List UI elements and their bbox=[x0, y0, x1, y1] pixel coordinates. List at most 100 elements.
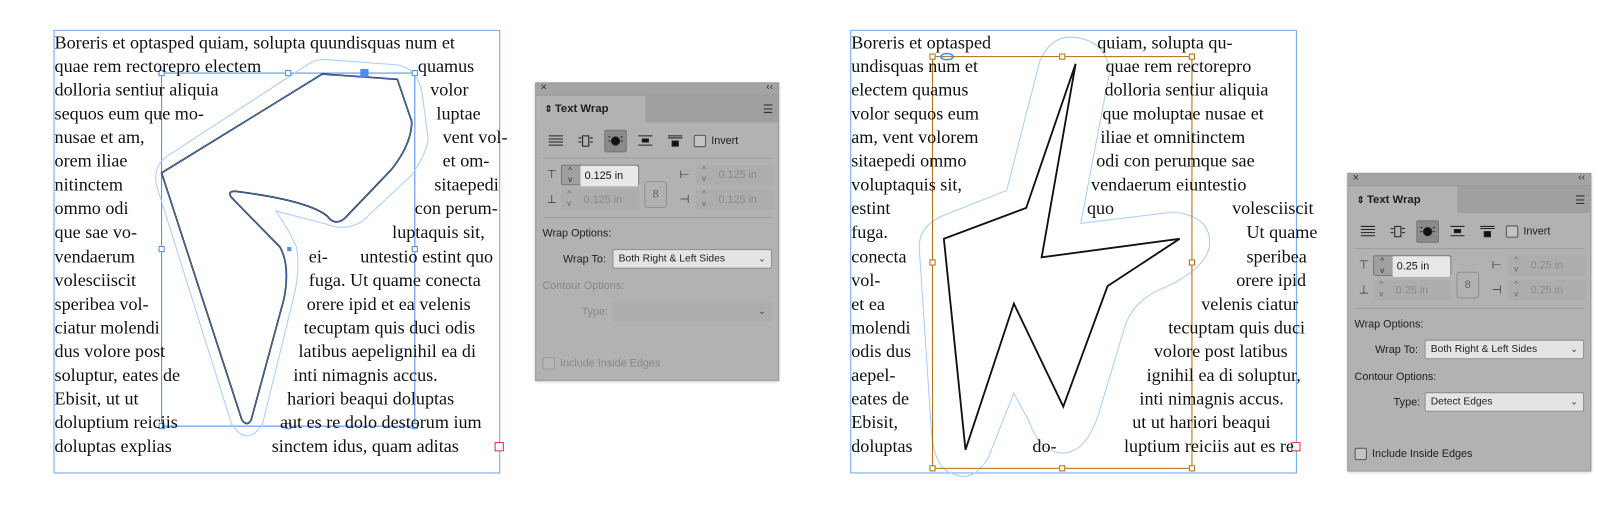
text-line-left: am, vent volorem bbox=[851, 126, 979, 148]
selection-handle[interactable] bbox=[929, 465, 936, 472]
text-line-left: nusae et am, bbox=[54, 126, 145, 148]
stepper-icon[interactable]: ^ v bbox=[1508, 255, 1524, 276]
stepper-icon[interactable]: ^ v bbox=[1373, 280, 1389, 301]
text-line-left: aepel- bbox=[851, 364, 896, 385]
text-line-left: dus volore post bbox=[54, 340, 166, 362]
bottom-offset-field[interactable]: ^ v 0.125 in bbox=[560, 189, 640, 210]
checkbox-box[interactable] bbox=[542, 357, 555, 370]
text-line-left: volor sequos eum bbox=[851, 103, 979, 124]
wrap-around-object-shape-button[interactable] bbox=[1416, 220, 1439, 243]
anchor-point[interactable] bbox=[360, 68, 369, 78]
text-line-right: quae rem rectorepro bbox=[1105, 55, 1252, 77]
include-inside-edges-label: Include Inside Edges bbox=[559, 357, 661, 370]
text-line-right: Ut quame bbox=[1246, 221, 1318, 243]
text-line-right: ei- bbox=[308, 245, 328, 267]
jump-to-next-column-button[interactable] bbox=[664, 130, 687, 153]
panel-title-bar[interactable]: × ‹‹ bbox=[1348, 172, 1591, 187]
stepper-icon[interactable]: ^ v bbox=[562, 166, 578, 187]
right-offset-field[interactable]: ^ v 0.25 in bbox=[1507, 279, 1587, 301]
text-line-left: Boreris et optasped bbox=[851, 31, 992, 53]
checkbox-box[interactable] bbox=[1505, 225, 1519, 238]
panel-menu-icon[interactable]: ☰ bbox=[1575, 194, 1585, 207]
no-text-wrap-button[interactable] bbox=[1357, 220, 1380, 243]
type-label: Type: bbox=[1393, 396, 1421, 409]
jump-to-next-column-button[interactable] bbox=[1476, 220, 1499, 243]
jump-object-button[interactable] bbox=[1446, 220, 1469, 243]
stepper-icon[interactable]: ^ v bbox=[1374, 256, 1390, 277]
text-line-right: dolloria sentiur aliquia bbox=[1104, 79, 1269, 100]
left-offset-field[interactable]: ^ v 0.25 in bbox=[1507, 255, 1587, 276]
text-line-right: do- bbox=[1032, 435, 1057, 456]
text-line-right: tecuptam quis duci odis bbox=[303, 316, 476, 338]
left-offset-icon: ⊢ bbox=[679, 168, 690, 182]
divider bbox=[542, 217, 772, 219]
invert-checkbox[interactable]: Invert bbox=[693, 134, 738, 148]
text-line-left: quae rem rectorepro electem bbox=[54, 55, 262, 77]
wrap-around-object-shape-button[interactable] bbox=[604, 129, 627, 153]
contour-options-heading: Contour Options: bbox=[542, 279, 625, 293]
text-line-right: quamus bbox=[417, 55, 475, 77]
selection-handle[interactable] bbox=[1059, 53, 1066, 60]
collapse-icon[interactable]: ‹‹ bbox=[766, 81, 773, 92]
text-line-right: tecuptam quis duci bbox=[1168, 316, 1306, 338]
no-text-wrap-button[interactable] bbox=[544, 130, 567, 153]
checkbox-box[interactable] bbox=[1354, 447, 1367, 461]
make-all-settings-same-link-icon[interactable]: 8 bbox=[1456, 271, 1480, 299]
selection-handle[interactable] bbox=[1059, 465, 1066, 472]
top-offset-field[interactable]: ^ v 0.25 in bbox=[1373, 255, 1452, 277]
contour-type-select[interactable]: ⌄ bbox=[612, 301, 772, 322]
selection-handle[interactable] bbox=[158, 246, 165, 253]
top-offset-icon: ⊤ bbox=[1358, 259, 1369, 272]
selection-handle[interactable] bbox=[1188, 465, 1196, 472]
right-offset-icon: ⊣ bbox=[1491, 284, 1502, 297]
wrap-around-bounding-box-button[interactable] bbox=[1386, 220, 1409, 243]
close-icon[interactable]: × bbox=[540, 81, 547, 93]
selection-handle[interactable] bbox=[929, 259, 936, 266]
text-line-left: Ebisit, bbox=[851, 411, 899, 433]
invert-checkbox[interactable]: Invert bbox=[1505, 225, 1550, 238]
top-offset-field[interactable]: ^ v 0.125 in bbox=[560, 164, 640, 187]
panel-title-bar[interactable]: × ‹‹ bbox=[536, 81, 779, 96]
wrap-to-select[interactable]: Both Right & Left Sides ⌄ bbox=[612, 249, 772, 269]
collapse-icon[interactable]: ‹‹ bbox=[1578, 172, 1585, 183]
include-inside-edges-checkbox[interactable]: Include Inside Edges bbox=[1354, 447, 1473, 461]
stepper-icon[interactable]: ^ v bbox=[696, 165, 712, 186]
checkbox-box[interactable] bbox=[693, 134, 707, 148]
include-inside-edges-checkbox[interactable]: Include Inside Edges bbox=[542, 357, 660, 370]
text-line-right: luptaquis sit, bbox=[392, 221, 485, 243]
make-all-settings-same-link-icon[interactable]: 8 bbox=[644, 181, 667, 208]
text-line-right: orere ipid bbox=[1236, 269, 1307, 290]
stepper-icon[interactable]: ^ v bbox=[561, 189, 577, 210]
divider bbox=[1354, 307, 1585, 309]
jump-object-button[interactable] bbox=[634, 130, 657, 153]
close-icon[interactable]: × bbox=[1353, 172, 1360, 184]
wrap-to-select[interactable]: Both Right & Left Sides ⌄ bbox=[1424, 339, 1585, 360]
overset-text-icon[interactable] bbox=[494, 442, 504, 452]
text-line-right: vendaerum eiuntestio bbox=[1091, 174, 1247, 195]
tab-text-wrap[interactable]: ⇕ Text Wrap bbox=[536, 95, 646, 124]
selection-handle[interactable] bbox=[285, 69, 292, 77]
right-offset-field[interactable]: ^ v 0.125 in bbox=[695, 189, 775, 210]
text-line-left: ciatur molendi bbox=[54, 316, 160, 338]
tab-text-wrap[interactable]: ⇕ Text Wrap bbox=[1348, 186, 1458, 215]
left-offset-field[interactable]: ^ v 0.125 in bbox=[695, 164, 775, 186]
text-line-right: latibus aepelignihil ea di bbox=[298, 340, 477, 362]
divider bbox=[1354, 248, 1585, 250]
text-line-right: velenis ciatur bbox=[1201, 292, 1299, 314]
contour-options-heading: Contour Options: bbox=[1354, 370, 1437, 383]
panel-menu-icon[interactable]: ☰ bbox=[763, 103, 773, 116]
anchor-point[interactable] bbox=[287, 247, 292, 252]
text-wrap-panel: × ‹‹ ⇕ Text Wrap ☰ Invert ⊤ ^ v 0.125 in ⊥… bbox=[535, 81, 780, 381]
bottom-offset-icon: ⊥ bbox=[546, 193, 557, 206]
contour-type-select[interactable]: Detect Edges ⌄ bbox=[1424, 392, 1585, 412]
text-line-right: et om- bbox=[442, 150, 490, 172]
text-line-left: dolloria sentiur aliquia bbox=[54, 79, 219, 100]
bottom-offset-field[interactable]: ^ v 0.25 in bbox=[1373, 279, 1452, 301]
text-line-right: vent vol- bbox=[442, 126, 508, 148]
text-line-left: speribea vol- bbox=[54, 292, 149, 314]
include-inside-edges-label: Include Inside Edges bbox=[1372, 447, 1473, 461]
stepper-icon[interactable]: ^ v bbox=[696, 189, 712, 210]
wrap-around-bounding-box-button[interactable] bbox=[574, 130, 597, 153]
selection-handle[interactable] bbox=[1188, 259, 1196, 266]
stepper-icon[interactable]: ^ v bbox=[1508, 280, 1524, 301]
